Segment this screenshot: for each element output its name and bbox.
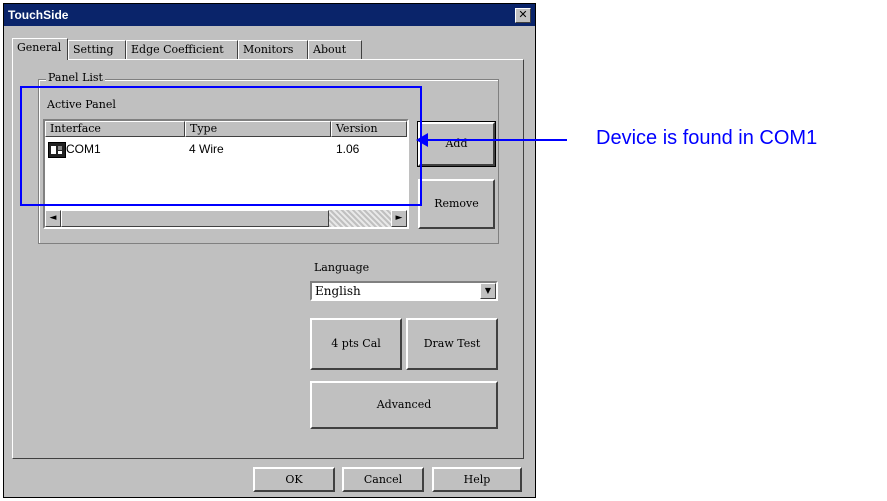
- close-button[interactable]: ✕: [515, 8, 531, 23]
- window-title: TouchSide: [8, 8, 69, 22]
- four-point-calibration-button[interactable]: 4 pts Cal: [310, 318, 402, 370]
- scroll-left-button[interactable]: ◄: [45, 210, 61, 227]
- tab-general[interactable]: General: [12, 38, 68, 60]
- column-header-interface[interactable]: Interface: [45, 121, 185, 137]
- scroll-right-button[interactable]: ►: [391, 210, 407, 227]
- tab-edge-coefficient[interactable]: Edge Coefficient: [126, 40, 238, 59]
- horizontal-scrollbar[interactable]: ◄ ►: [45, 210, 407, 227]
- title-bar[interactable]: TouchSide ✕: [4, 4, 535, 26]
- annotation-text: Device is found in COM1: [596, 127, 818, 149]
- draw-test-button[interactable]: Draw Test: [406, 318, 498, 370]
- language-value: English: [315, 284, 361, 298]
- panel-list-label: Panel List: [46, 71, 105, 84]
- tab-monitors[interactable]: Monitors: [238, 40, 308, 59]
- advanced-button[interactable]: Advanced: [310, 381, 498, 429]
- serial-port-icon: [48, 142, 66, 158]
- chevron-down-icon[interactable]: ▼: [480, 283, 496, 299]
- scroll-track[interactable]: [329, 210, 391, 227]
- row-type: 4 Wire: [189, 142, 224, 156]
- language-label: Language: [314, 261, 370, 274]
- active-panel-label: Active Panel: [47, 98, 116, 111]
- panel-listview[interactable]: Interface Type Version COM1 4 Wire 1.06 …: [43, 119, 409, 229]
- table-row[interactable]: COM1 4 Wire 1.06: [45, 139, 407, 159]
- remove-button[interactable]: Remove: [418, 179, 495, 229]
- annotation-arrow-icon: [416, 133, 428, 147]
- scroll-thumb[interactable]: [61, 210, 329, 227]
- row-interface: COM1: [66, 142, 101, 156]
- add-button[interactable]: Add: [417, 121, 496, 167]
- tab-about[interactable]: About: [308, 40, 362, 59]
- tab-setting[interactable]: Setting: [68, 40, 126, 59]
- cancel-button[interactable]: Cancel: [342, 467, 424, 492]
- column-header-version[interactable]: Version: [331, 121, 407, 137]
- column-header-type[interactable]: Type: [185, 121, 331, 137]
- help-button[interactable]: Help: [432, 467, 522, 492]
- ok-button[interactable]: OK: [253, 467, 335, 492]
- row-version: 1.06: [336, 142, 360, 156]
- language-select[interactable]: English ▼: [310, 281, 498, 301]
- annotation-arrow-line: [422, 139, 567, 141]
